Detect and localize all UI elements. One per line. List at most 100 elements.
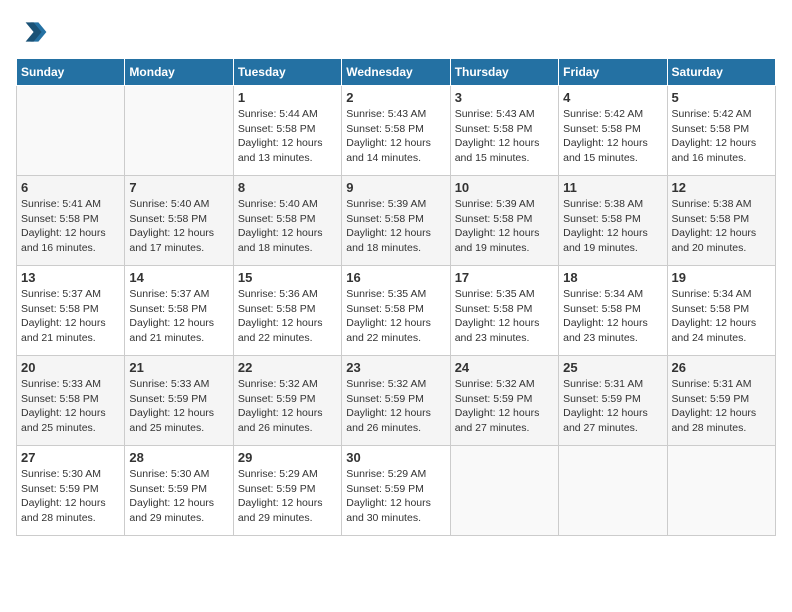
- day-number: 23: [346, 360, 445, 375]
- day-info: Sunrise: 5:37 AMSunset: 5:58 PMDaylight:…: [21, 287, 120, 346]
- day-number: 26: [672, 360, 771, 375]
- day-info: Sunrise: 5:42 AMSunset: 5:58 PMDaylight:…: [672, 107, 771, 166]
- logo: [16, 16, 52, 48]
- day-info: Sunrise: 5:29 AMSunset: 5:59 PMDaylight:…: [346, 467, 445, 526]
- header-day-saturday: Saturday: [667, 59, 775, 86]
- calendar-cell: 1Sunrise: 5:44 AMSunset: 5:58 PMDaylight…: [233, 86, 341, 176]
- calendar-cell: 6 Sunrise: 5:41 AMSunset: 5:58 PMDaylight…: [17, 176, 125, 266]
- header-day-friday: Friday: [559, 59, 667, 86]
- day-number: 24: [455, 360, 554, 375]
- calendar-cell: 21 Sunrise: 5:33 AMSunset: 5:59 PMDayligh…: [125, 356, 233, 446]
- calendar-cell: 19Sunrise: 5:34 AMSunset: 5:58 PMDayligh…: [667, 266, 775, 356]
- day-number: 17: [455, 270, 554, 285]
- calendar-cell: 4 Sunrise: 5:42 AMSunset: 5:58 PMDaylight…: [559, 86, 667, 176]
- calendar-cell: 12 Sunrise: 5:38 AMSunset: 5:58 PMDayligh…: [667, 176, 775, 266]
- calendar-week-row: 13 Sunrise: 5:37 AMSunset: 5:58 PMDayligh…: [17, 266, 776, 356]
- day-info: Sunrise: 5:32 AMSunset: 5:59 PMDaylight:…: [455, 377, 554, 436]
- calendar-cell: 24 Sunrise: 5:32 AMSunset: 5:59 PMDayligh…: [450, 356, 558, 446]
- day-info: Sunrise: 5:44 AMSunset: 5:58 PMDaylight:…: [238, 107, 337, 166]
- day-info: Sunrise: 5:39 AMSunset: 5:58 PMDaylight:…: [346, 197, 445, 256]
- day-info: Sunrise: 5:36 AMSunset: 5:58 PMDaylight:…: [238, 287, 337, 346]
- day-number: 10: [455, 180, 554, 195]
- day-info: Sunrise: 5:31 AMSunset: 5:59 PMDaylight:…: [563, 377, 662, 436]
- header-row: SundayMondayTuesdayWednesdayThursdayFrid…: [17, 59, 776, 86]
- calendar-week-row: 6 Sunrise: 5:41 AMSunset: 5:58 PMDaylight…: [17, 176, 776, 266]
- calendar-cell: 29 Sunrise: 5:29 AMSunset: 5:59 PMDayligh…: [233, 446, 341, 536]
- logo-icon: [16, 16, 48, 48]
- day-number: 16: [346, 270, 445, 285]
- day-number: 3: [455, 90, 554, 105]
- day-number: 7: [129, 180, 228, 195]
- day-info: Sunrise: 5:40 AMSunset: 5:58 PMDaylight:…: [238, 197, 337, 256]
- day-info: Sunrise: 5:40 AMSunset: 5:58 PMDaylight:…: [129, 197, 228, 256]
- day-info: Sunrise: 5:32 AMSunset: 5:59 PMDaylight:…: [346, 377, 445, 436]
- header-day-monday: Monday: [125, 59, 233, 86]
- calendar-cell: 14 Sunrise: 5:37 AMSunset: 5:58 PMDayligh…: [125, 266, 233, 356]
- calendar-table: SundayMondayTuesdayWednesdayThursdayFrid…: [16, 58, 776, 536]
- day-info: Sunrise: 5:38 AMSunset: 5:58 PMDaylight:…: [672, 197, 771, 256]
- calendar-cell: 8 Sunrise: 5:40 AMSunset: 5:58 PMDaylight…: [233, 176, 341, 266]
- calendar-body: 1Sunrise: 5:44 AMSunset: 5:58 PMDaylight…: [17, 86, 776, 536]
- calendar-cell: 11Sunrise: 5:38 AMSunset: 5:58 PMDayligh…: [559, 176, 667, 266]
- day-number: 5: [672, 90, 771, 105]
- day-info: Sunrise: 5:30 AMSunset: 5:59 PMDaylight:…: [129, 467, 228, 526]
- calendar-cell: 10Sunrise: 5:39 AMSunset: 5:58 PMDayligh…: [450, 176, 558, 266]
- day-info: Sunrise: 5:35 AMSunset: 5:58 PMDaylight:…: [455, 287, 554, 346]
- day-number: 8: [238, 180, 337, 195]
- calendar-week-row: 20 Sunrise: 5:33 AMSunset: 5:58 PMDayligh…: [17, 356, 776, 446]
- day-info: Sunrise: 5:30 AMSunset: 5:59 PMDaylight:…: [21, 467, 120, 526]
- day-number: 15: [238, 270, 337, 285]
- calendar-cell: 7 Sunrise: 5:40 AMSunset: 5:58 PMDaylight…: [125, 176, 233, 266]
- calendar-cell: 15 Sunrise: 5:36 AMSunset: 5:58 PMDayligh…: [233, 266, 341, 356]
- day-info: Sunrise: 5:42 AMSunset: 5:58 PMDaylight:…: [563, 107, 662, 166]
- calendar-cell: 5 Sunrise: 5:42 AMSunset: 5:58 PMDaylight…: [667, 86, 775, 176]
- calendar-cell: 3 Sunrise: 5:43 AMSunset: 5:58 PMDaylight…: [450, 86, 558, 176]
- calendar-cell: 27 Sunrise: 5:30 AMSunset: 5:59 PMDayligh…: [17, 446, 125, 536]
- day-number: 29: [238, 450, 337, 465]
- day-number: 4: [563, 90, 662, 105]
- day-number: 2: [346, 90, 445, 105]
- day-info: Sunrise: 5:41 AMSunset: 5:58 PMDaylight:…: [21, 197, 120, 256]
- day-number: 21: [129, 360, 228, 375]
- calendar-header: SundayMondayTuesdayWednesdayThursdayFrid…: [17, 59, 776, 86]
- calendar-cell: 28Sunrise: 5:30 AMSunset: 5:59 PMDayligh…: [125, 446, 233, 536]
- calendar-cell: 26 Sunrise: 5:31 AMSunset: 5:59 PMDayligh…: [667, 356, 775, 446]
- day-number: 13: [21, 270, 120, 285]
- calendar-cell: [125, 86, 233, 176]
- day-info: Sunrise: 5:43 AMSunset: 5:58 PMDaylight:…: [455, 107, 554, 166]
- day-info: Sunrise: 5:33 AMSunset: 5:58 PMDaylight:…: [21, 377, 120, 436]
- page-header: [16, 16, 776, 48]
- day-number: 14: [129, 270, 228, 285]
- day-info: Sunrise: 5:29 AMSunset: 5:59 PMDaylight:…: [238, 467, 337, 526]
- day-number: 20: [21, 360, 120, 375]
- calendar-cell: 30Sunrise: 5:29 AMSunset: 5:59 PMDayligh…: [342, 446, 450, 536]
- day-info: Sunrise: 5:38 AMSunset: 5:58 PMDaylight:…: [563, 197, 662, 256]
- day-number: 12: [672, 180, 771, 195]
- day-number: 18: [563, 270, 662, 285]
- day-info: Sunrise: 5:31 AMSunset: 5:59 PMDaylight:…: [672, 377, 771, 436]
- day-number: 19: [672, 270, 771, 285]
- calendar-cell: [450, 446, 558, 536]
- day-number: 25: [563, 360, 662, 375]
- calendar-week-row: 1Sunrise: 5:44 AMSunset: 5:58 PMDaylight…: [17, 86, 776, 176]
- calendar-cell: 20 Sunrise: 5:33 AMSunset: 5:58 PMDayligh…: [17, 356, 125, 446]
- calendar-week-row: 27 Sunrise: 5:30 AMSunset: 5:59 PMDayligh…: [17, 446, 776, 536]
- day-info: Sunrise: 5:43 AMSunset: 5:58 PMDaylight:…: [346, 107, 445, 166]
- day-info: Sunrise: 5:33 AMSunset: 5:59 PMDaylight:…: [129, 377, 228, 436]
- calendar-cell: [559, 446, 667, 536]
- calendar-cell: [667, 446, 775, 536]
- day-number: 6: [21, 180, 120, 195]
- day-info: Sunrise: 5:37 AMSunset: 5:58 PMDaylight:…: [129, 287, 228, 346]
- day-number: 22: [238, 360, 337, 375]
- calendar-cell: 16 Sunrise: 5:35 AMSunset: 5:58 PMDayligh…: [342, 266, 450, 356]
- calendar-cell: 2 Sunrise: 5:43 AMSunset: 5:58 PMDaylight…: [342, 86, 450, 176]
- calendar-cell: 25 Sunrise: 5:31 AMSunset: 5:59 PMDayligh…: [559, 356, 667, 446]
- day-number: 9: [346, 180, 445, 195]
- day-info: Sunrise: 5:32 AMSunset: 5:59 PMDaylight:…: [238, 377, 337, 436]
- header-day-thursday: Thursday: [450, 59, 558, 86]
- calendar-cell: 22 Sunrise: 5:32 AMSunset: 5:59 PMDayligh…: [233, 356, 341, 446]
- calendar-cell: 18Sunrise: 5:34 AMSunset: 5:58 PMDayligh…: [559, 266, 667, 356]
- day-number: 27: [21, 450, 120, 465]
- day-info: Sunrise: 5:35 AMSunset: 5:58 PMDaylight:…: [346, 287, 445, 346]
- calendar-cell: 17 Sunrise: 5:35 AMSunset: 5:58 PMDayligh…: [450, 266, 558, 356]
